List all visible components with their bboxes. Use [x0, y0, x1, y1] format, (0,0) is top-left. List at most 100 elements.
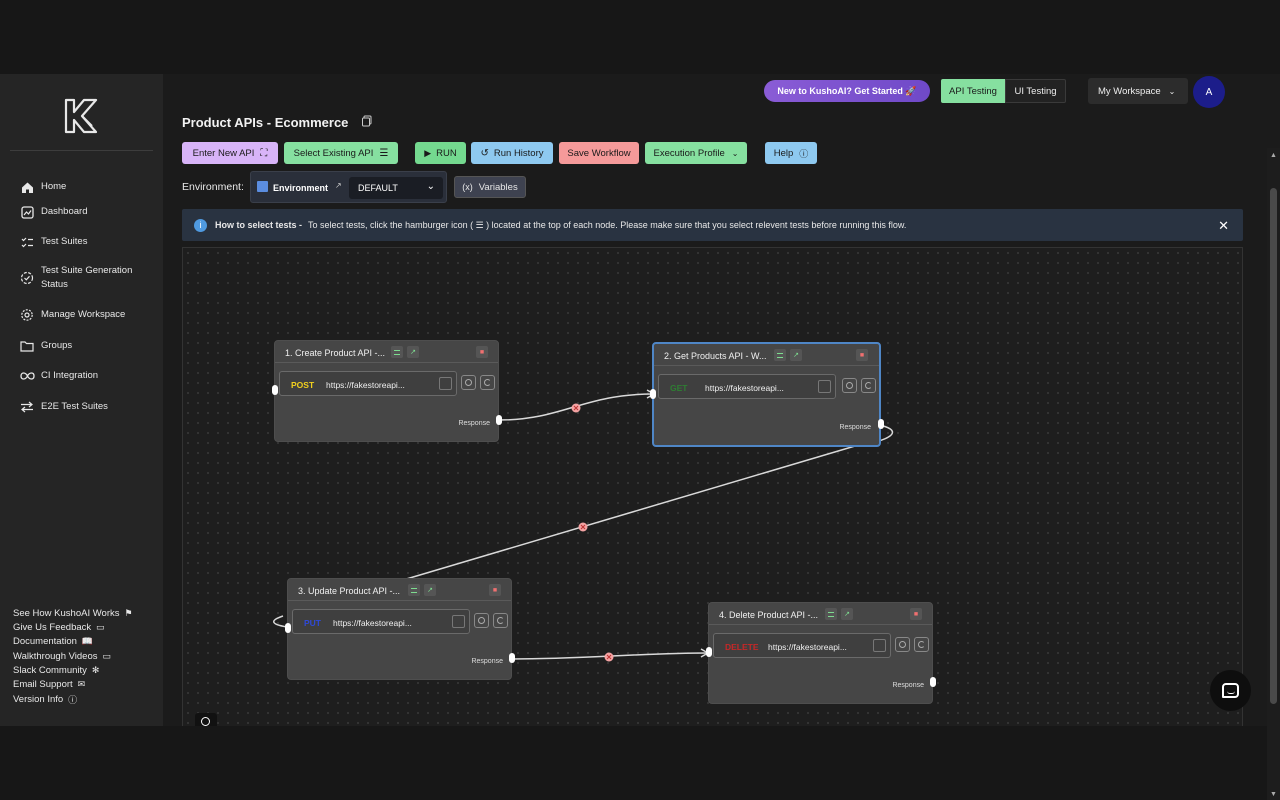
- video-icon: ▭: [102, 651, 112, 661]
- sidebar-item-groups[interactable]: Groups: [19, 338, 72, 354]
- workflow-node-1[interactable]: 1. Create Product API -... ↗ ■ POST http…: [272, 340, 502, 442]
- get-started-pill[interactable]: New to KushoAI? Get Started 🚀: [764, 80, 930, 102]
- edge-delete-2[interactable]: [578, 522, 588, 532]
- output-handle[interactable]: [878, 419, 884, 429]
- execution-profile-button[interactable]: Execution Profile ⌄: [645, 142, 747, 164]
- output-handle[interactable]: [496, 415, 502, 425]
- refresh-icon[interactable]: [861, 378, 876, 393]
- environment-link[interactable]: Environment: [273, 183, 328, 193]
- footer-link-slack[interactable]: Slack Community ✻: [13, 665, 99, 676]
- sidebar-item-e2e-test-suites[interactable]: E2E Test Suites: [19, 399, 108, 415]
- workflow-node-3[interactable]: 3. Update Product API -... ↗ ■ PUT https…: [285, 578, 515, 680]
- clock-icon[interactable]: [474, 613, 489, 628]
- clock-icon[interactable]: [895, 637, 910, 652]
- edge-delete-3[interactable]: [604, 652, 614, 662]
- external-link-icon[interactable]: ↗: [790, 349, 802, 361]
- enter-new-api-button[interactable]: Enter New API ⛶: [182, 142, 278, 164]
- endpoint-row[interactable]: POST https://fakestoreapi...: [279, 371, 457, 396]
- scroll-up-icon[interactable]: ▲: [1270, 152, 1277, 159]
- footer-link-documentation[interactable]: Documentation 📖: [13, 636, 93, 647]
- edit-icon[interactable]: [439, 377, 452, 390]
- output-handle[interactable]: [509, 653, 515, 663]
- external-link-icon[interactable]: ↗: [424, 584, 436, 596]
- footer-label: Give Us Feedback: [13, 622, 92, 633]
- zoom-icon: [201, 717, 210, 726]
- response-label: Response: [471, 658, 503, 665]
- avatar[interactable]: A: [1193, 76, 1225, 108]
- input-handle[interactable]: [706, 647, 712, 657]
- tab-api-testing[interactable]: API Testing: [941, 79, 1005, 103]
- button-label: Execution Profile: [653, 147, 725, 159]
- hamburger-icon[interactable]: [391, 346, 403, 358]
- info-title: How to select tests -: [215, 220, 303, 230]
- copy-icon[interactable]: [361, 115, 373, 127]
- endpoint-url: https://fakestoreapi...: [705, 383, 784, 393]
- footer-link-walkthrough[interactable]: Walkthrough Videos ▭: [13, 651, 111, 662]
- refresh-icon[interactable]: [914, 637, 929, 652]
- chat-launcher-button[interactable]: [1210, 670, 1251, 711]
- hamburger-icon[interactable]: [408, 584, 420, 596]
- output-handle[interactable]: [930, 677, 936, 687]
- scroll-down-icon[interactable]: ▼: [1270, 791, 1277, 798]
- refresh-icon[interactable]: [480, 375, 495, 390]
- sidebar-item-dashboard[interactable]: Dashboard: [19, 204, 87, 220]
- sidebar-item-home[interactable]: Home: [19, 179, 66, 195]
- edit-icon[interactable]: [818, 380, 831, 393]
- endpoint-row[interactable]: GET https://fakestoreapi...: [658, 374, 836, 399]
- footer-link-email[interactable]: Email Support ✉: [13, 679, 85, 690]
- external-link-icon[interactable]: ↗: [407, 346, 419, 358]
- trash-icon[interactable]: ■: [476, 346, 488, 358]
- trash-icon[interactable]: ■: [856, 349, 868, 361]
- kushoai-logo[interactable]: [62, 96, 102, 136]
- run-history-button[interactable]: ↺ Run History: [471, 142, 553, 164]
- workflow-node-2[interactable]: 2. Get Products API - W... ↗ ■ GET https…: [650, 342, 884, 447]
- infinity-icon: [19, 368, 35, 384]
- run-button[interactable]: ▶ RUN: [415, 142, 466, 164]
- workflow-node-4[interactable]: 4. Delete Product API -... ↗ ■ DELETE ht…: [706, 602, 936, 704]
- scroll-thumb[interactable]: [1270, 188, 1277, 704]
- edge-delete-1[interactable]: [571, 403, 581, 413]
- clock-icon[interactable]: [461, 375, 476, 390]
- save-workflow-button[interactable]: Save Workflow: [559, 142, 639, 164]
- button-label: Run History: [493, 147, 544, 159]
- variables-button[interactable]: (x) Variables: [454, 176, 526, 198]
- hamburger-icon[interactable]: [825, 608, 837, 620]
- footer-link-feedback[interactable]: Give Us Feedback ▭: [13, 622, 105, 633]
- tab-ui-testing[interactable]: UI Testing: [1005, 79, 1066, 103]
- footer-link-see-how[interactable]: See How KushoAI Works ⚑: [13, 608, 133, 619]
- trash-icon[interactable]: ■: [910, 608, 922, 620]
- endpoint-url: https://fakestoreapi...: [333, 618, 412, 628]
- input-handle[interactable]: [285, 623, 291, 633]
- page-scrollbar[interactable]: ▲ ▼: [1267, 148, 1280, 800]
- input-handle[interactable]: [272, 385, 278, 395]
- footer-link-version[interactable]: Version Info ⓘ: [13, 693, 77, 706]
- sidebar-item-ci-integration[interactable]: CI Integration: [19, 368, 98, 384]
- endpoint-row[interactable]: PUT https://fakestoreapi...: [292, 609, 470, 634]
- clock-icon[interactable]: [842, 378, 857, 393]
- select-existing-api-button[interactable]: Select Existing API ☰: [284, 142, 398, 164]
- sidebar-item-label: E2E Test Suites: [41, 401, 108, 412]
- workspace-select[interactable]: My Workspace ⌄: [1088, 78, 1188, 104]
- external-link-icon[interactable]: ↗: [841, 608, 853, 620]
- workflow-canvas[interactable]: 1. Create Product API -... ↗ ■ POST http…: [182, 247, 1243, 726]
- sidebar-item-manage-workspace[interactable]: Manage Workspace: [19, 307, 125, 323]
- input-handle[interactable]: [650, 389, 656, 399]
- hamburger-icon[interactable]: [774, 349, 786, 361]
- sidebar-item-test-suites[interactable]: Test Suites: [19, 234, 87, 250]
- feedback-icon: ▭: [96, 622, 105, 632]
- node-title: 1. Create Product API -...: [285, 348, 386, 358]
- close-icon[interactable]: ✕: [1218, 218, 1229, 234]
- trash-icon[interactable]: ■: [489, 584, 501, 596]
- response-label: Response: [892, 682, 924, 689]
- help-button[interactable]: Help ⓘ: [765, 142, 817, 164]
- sidebar-item-label: Manage Workspace: [41, 309, 126, 320]
- play-icon: ▶: [424, 147, 432, 158]
- endpoint-row[interactable]: DELETE https://fakestoreapi...: [713, 633, 891, 658]
- edit-icon[interactable]: [873, 639, 886, 652]
- edit-icon[interactable]: [452, 615, 465, 628]
- sidebar-item-generation-status[interactable]: Test Suite Generation Status: [19, 264, 132, 292]
- refresh-icon[interactable]: [493, 613, 508, 628]
- external-link-icon[interactable]: ↗: [335, 181, 342, 190]
- environment-select[interactable]: DEFAULT ⌄: [349, 177, 443, 199]
- zoom-control[interactable]: [195, 713, 217, 726]
